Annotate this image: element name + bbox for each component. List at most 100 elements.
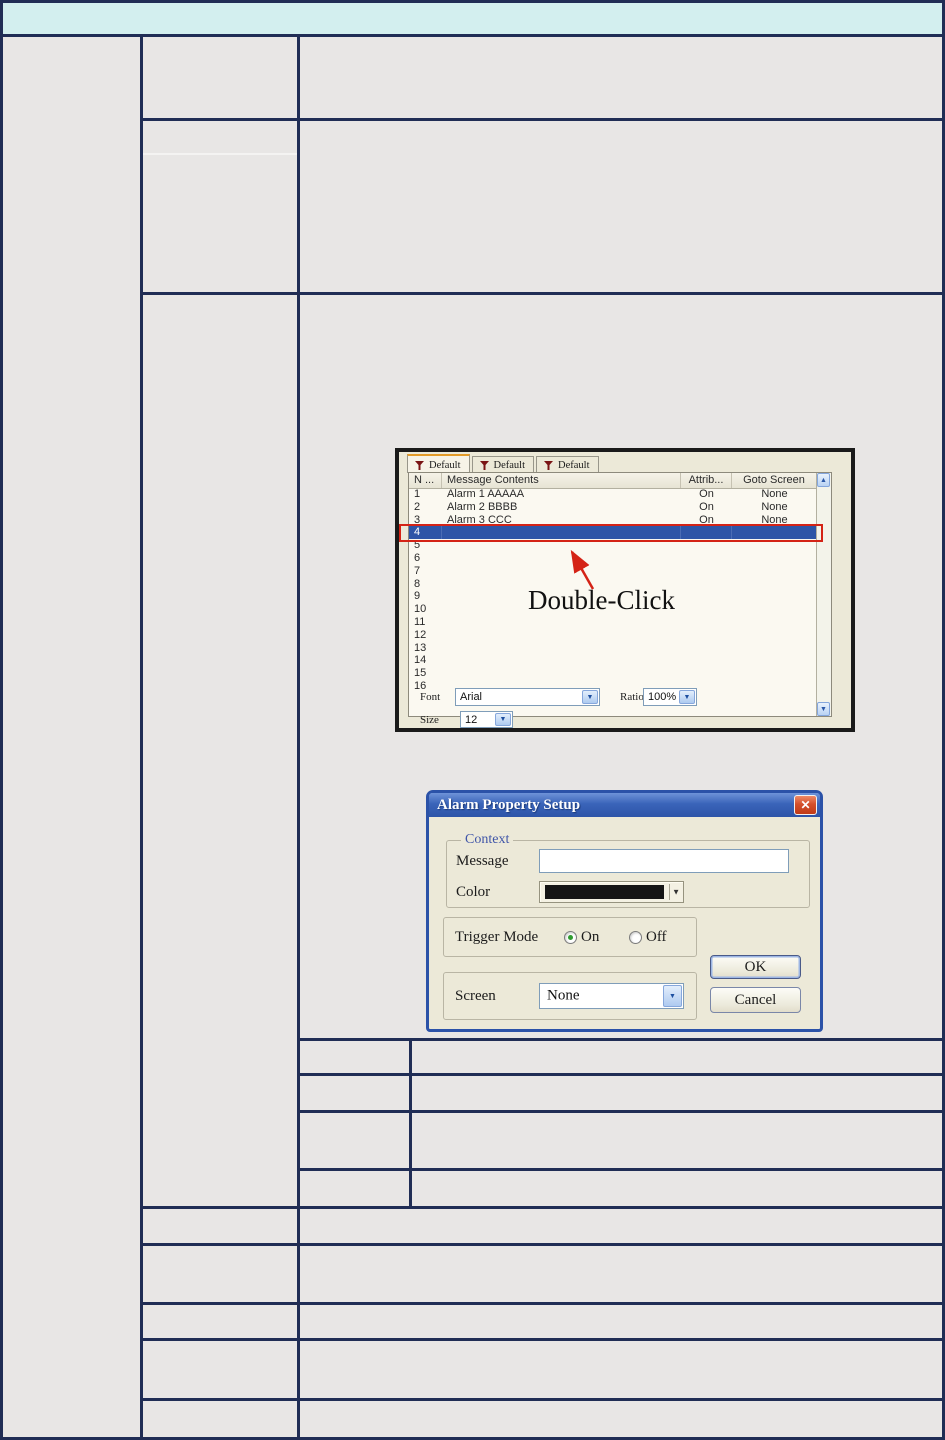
list-row[interactable]: 13 xyxy=(409,642,817,655)
table-cell xyxy=(143,1246,297,1302)
table-cell xyxy=(412,1041,942,1073)
column-header-message[interactable]: Message Contents xyxy=(442,473,681,488)
list-cell-goto xyxy=(732,590,817,603)
list-cell-msg: Alarm 1 AAAAA xyxy=(447,488,525,500)
column-header-number[interactable]: N ... xyxy=(409,473,442,488)
list-row[interactable]: 2 Alarm 2 BBBB On None xyxy=(409,501,817,514)
table-cell-screenshots: Default Default Default N ... Message Co… xyxy=(300,295,942,1038)
filter-icon xyxy=(415,460,424,470)
radio-on[interactable] xyxy=(564,931,577,944)
ratio-dropdown-value: 100% xyxy=(648,691,677,703)
alarm-property-dialog: Alarm Property Setup ✕ Context Message C… xyxy=(426,790,823,1032)
list-cell-attrib xyxy=(681,578,732,591)
list-cell-goto: None xyxy=(761,500,788,513)
list-cell-goto xyxy=(732,603,817,616)
list-row[interactable]: 1 Alarm 1 AAAAA On None xyxy=(409,488,817,501)
list-cell-goto xyxy=(732,552,817,565)
font-label: Font xyxy=(420,691,441,703)
list-cell-goto xyxy=(732,565,817,578)
list-cell-n: 8 xyxy=(414,577,421,590)
scroll-up-icon[interactable]: ▲ xyxy=(817,473,830,487)
table-cell xyxy=(300,1246,942,1302)
context-group: Context Message Color ▼ xyxy=(446,832,810,908)
tab-label: Default xyxy=(429,459,461,471)
tab-default-3[interactable]: Default xyxy=(536,456,599,473)
list-cell-attrib xyxy=(681,667,732,680)
trigger-mode-label: Trigger Mode xyxy=(455,929,539,945)
ratio-dropdown[interactable]: 100% ▼ xyxy=(643,688,697,706)
list-cell-goto: None xyxy=(761,488,788,500)
screen-dropdown[interactable]: None ▼ xyxy=(539,983,684,1009)
list-row[interactable]: 11 xyxy=(409,616,817,629)
tab-bar: Default Default Default xyxy=(407,454,601,473)
tab-label: Default xyxy=(558,460,590,471)
table-cell xyxy=(300,1401,942,1437)
table-cell xyxy=(143,295,297,1206)
radio-off-label: Off xyxy=(646,929,667,945)
chevron-down-icon: ▼ xyxy=(663,985,682,1007)
list-cell-goto xyxy=(732,680,817,693)
color-dropdown[interactable]: ▼ xyxy=(539,881,684,903)
radio-off[interactable] xyxy=(629,931,642,944)
column-header-goto[interactable]: Goto Screen xyxy=(732,473,817,488)
list-cell-attrib xyxy=(681,590,732,603)
color-label: Color xyxy=(456,884,491,900)
table-cell-left-column xyxy=(3,37,140,1437)
list-cell-goto xyxy=(732,642,817,655)
list-cell-n: 11 xyxy=(414,615,426,628)
font-dropdown[interactable]: Arial ▼ xyxy=(455,688,600,706)
chevron-down-icon: ▼ xyxy=(679,690,695,704)
tab-default-2[interactable]: Default xyxy=(471,456,534,473)
table-cell xyxy=(300,1341,942,1398)
double-click-annotation: Double-Click xyxy=(528,585,675,615)
list-cell-attrib xyxy=(681,629,732,642)
message-label: Message xyxy=(456,853,509,869)
scroll-down-icon[interactable]: ▼ xyxy=(817,702,830,716)
font-dropdown-value: Arial xyxy=(460,691,483,703)
table-cell xyxy=(300,1305,942,1338)
color-swatch xyxy=(545,885,664,899)
vertical-scrollbar[interactable]: ▲ ▼ xyxy=(816,473,831,716)
close-icon[interactable]: ✕ xyxy=(794,795,817,815)
faint-divider xyxy=(143,153,297,155)
ok-button[interactable]: OK xyxy=(710,955,801,979)
table-cell xyxy=(300,1171,409,1206)
dialog-title-bar: Alarm Property Setup ✕ xyxy=(429,793,820,817)
tab-default-1[interactable]: Default xyxy=(407,454,470,473)
list-cell-n: 7 xyxy=(414,564,421,577)
list-header: N ... Message Contents Attrib... Goto Sc… xyxy=(409,473,831,489)
list-cell-attrib xyxy=(681,616,732,629)
list-cell-goto xyxy=(732,654,817,667)
tab-label: Default xyxy=(493,460,526,471)
table-cell xyxy=(412,1076,942,1110)
list-row[interactable]: 15 xyxy=(409,667,817,680)
list-row[interactable]: 12 xyxy=(409,629,817,642)
list-cell-n: 2 xyxy=(414,500,421,513)
filter-icon xyxy=(479,461,489,470)
list-cell-n: 15 xyxy=(414,667,427,680)
table-cell xyxy=(300,37,942,118)
table-cell xyxy=(300,1113,409,1168)
size-dropdown[interactable]: 12 ▼ xyxy=(460,711,513,728)
table-cell xyxy=(143,37,297,118)
table-cell xyxy=(300,1209,942,1243)
list-cell-goto xyxy=(732,629,817,642)
cancel-button[interactable]: Cancel xyxy=(710,987,801,1013)
manual-page: Default Default Default N ... Message Co… xyxy=(0,0,945,1440)
table-cell xyxy=(143,1401,297,1437)
size-dropdown-value: 12 xyxy=(465,713,478,726)
list-cell-msg xyxy=(442,642,681,655)
table-cell xyxy=(412,1113,942,1168)
page-header-band xyxy=(0,0,945,37)
list-row[interactable]: 14 xyxy=(409,654,817,667)
table-cell xyxy=(300,1041,409,1073)
table-cell xyxy=(143,1305,297,1338)
message-input[interactable] xyxy=(539,849,789,873)
table-cell xyxy=(143,121,297,292)
chevron-down-icon: ▼ xyxy=(672,887,680,897)
column-header-attrib[interactable]: Attrib... xyxy=(681,473,732,488)
list-cell-attrib xyxy=(681,552,732,565)
list-cell-attrib xyxy=(681,603,732,616)
list-cell-goto xyxy=(732,578,817,591)
dialog-body: Context Message Color ▼ Trigger Mode On … xyxy=(429,817,820,1029)
